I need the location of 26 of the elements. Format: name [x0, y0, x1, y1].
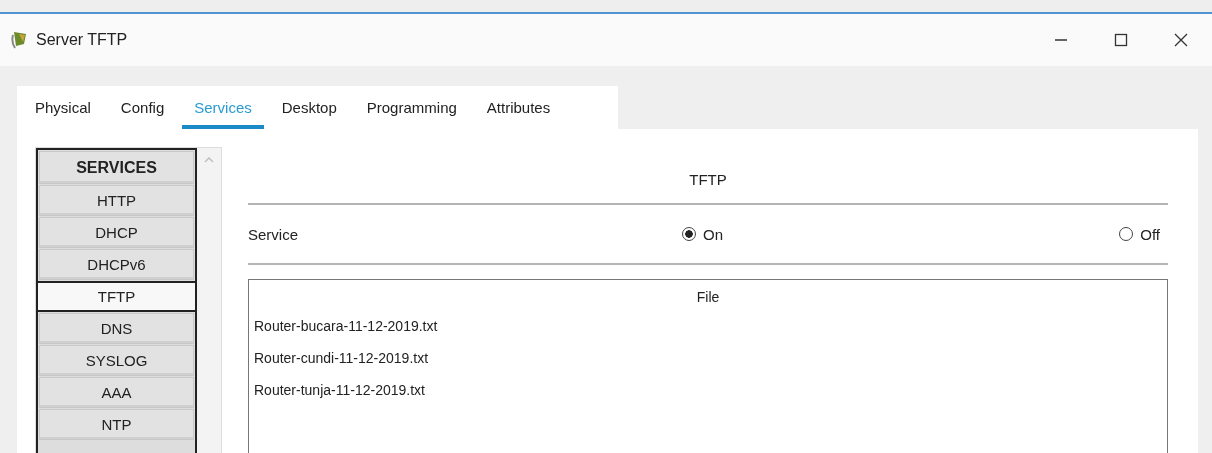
- column-header: File: [695, 288, 721, 307]
- service-item[interactable]: DNS: [39, 313, 194, 344]
- file-row[interactable]: Router-cundi-11-12-2019.txt: [249, 344, 1167, 376]
- tab[interactable]: Physical: [35, 96, 103, 129]
- radio-option[interactable]: On: [682, 225, 723, 243]
- tab[interactable]: Desktop: [269, 96, 349, 129]
- service-item[interactable]: AAA: [39, 377, 194, 408]
- maximize-icon[interactable]: [1114, 33, 1128, 47]
- list-header: SERVICES: [39, 151, 194, 184]
- radio-option[interactable]: Off: [1119, 225, 1160, 243]
- tab[interactable]: Programming: [354, 96, 469, 129]
- file-row[interactable]: Router-tunja-11-12-2019.txt: [249, 376, 1167, 408]
- panel-title: TFTP: [688, 170, 728, 190]
- close-icon[interactable]: [1174, 33, 1188, 47]
- service-item[interactable]: HTTP: [39, 185, 194, 216]
- service-item[interactable]: DHCPv6: [39, 249, 194, 280]
- service-item[interactable]: TFTP: [36, 281, 197, 312]
- service-item[interactable]: NTP: [39, 409, 194, 440]
- scrollbar[interactable]: [197, 148, 221, 453]
- tab[interactable]: Config: [108, 96, 177, 129]
- service-item[interactable]: DHCP: [39, 217, 194, 248]
- tab[interactable]: Attributes: [474, 96, 563, 129]
- service-label: Service: [248, 225, 300, 243]
- file-row[interactable]: Router-bucara-11-12-2019.txt: [249, 312, 1167, 344]
- service-item[interactable]: SYSLOG: [39, 345, 194, 376]
- window-title: Server TFTP: [36, 31, 128, 49]
